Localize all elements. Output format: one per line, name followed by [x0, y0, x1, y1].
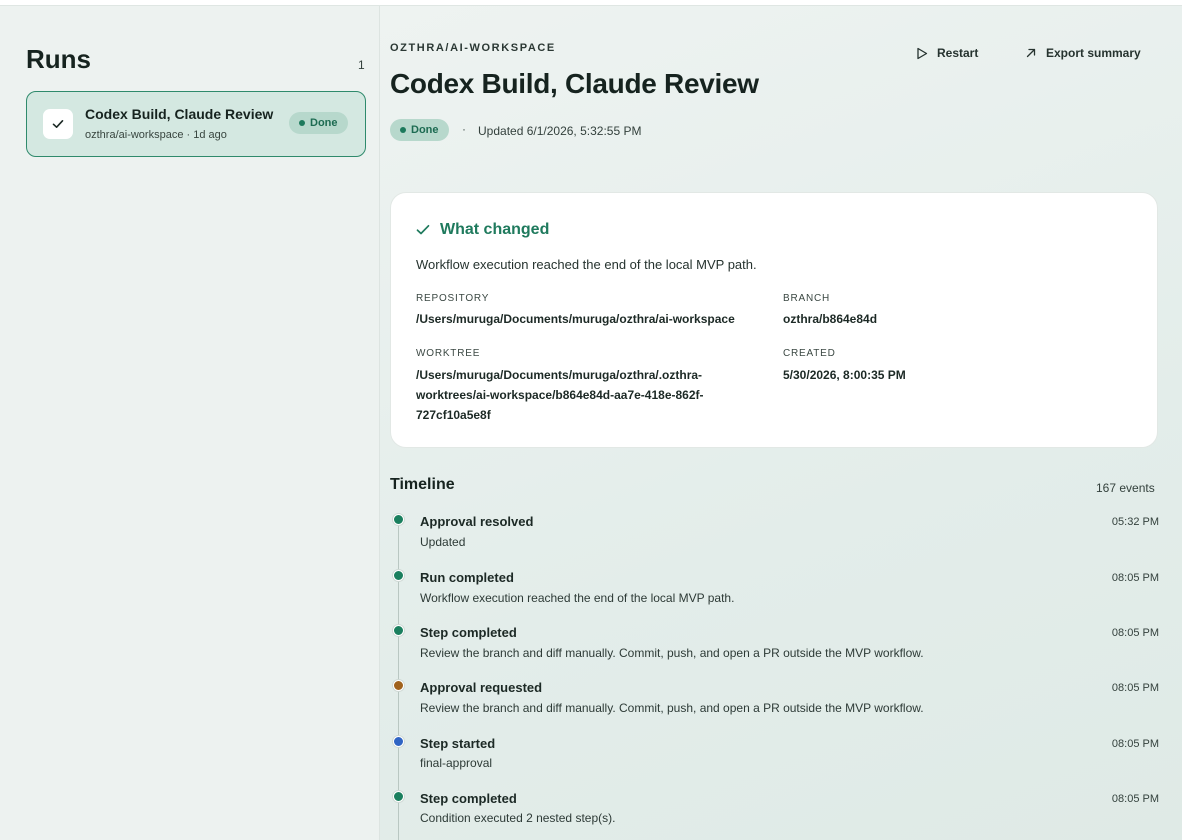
- timeline-dot-icon: [393, 791, 404, 802]
- worktree-line: worktrees/ai-workspace/b864e84d-aa7e-418…: [416, 388, 704, 402]
- repository-value: /Users/muruga/Documents/muruga/ozthra/ai…: [416, 312, 735, 326]
- event-description: final-approval: [420, 756, 493, 770]
- status-label: Done: [411, 124, 439, 136]
- run-detail: OZTHRA/AI-WORKSPACE Codex Build, Claude …: [380, 6, 1182, 840]
- event-description: Review the branch and diff manually. Com…: [420, 646, 924, 660]
- restart-button[interactable]: Restart: [916, 46, 978, 60]
- status-label: Done: [310, 117, 338, 129]
- separator-dot: ·: [462, 122, 466, 136]
- event-title: Approval requested: [420, 680, 543, 695]
- event-title: Step completed: [420, 791, 517, 806]
- runs-count: 1: [358, 58, 365, 72]
- event-title: Step started: [420, 736, 496, 751]
- sidebar: Runs 1 Codex Build, Claude Review ozthra…: [0, 6, 380, 840]
- arrow-up-right-icon: [1026, 48, 1036, 58]
- play-icon: [917, 47, 928, 59]
- timeline-dot-icon: [393, 514, 404, 525]
- event-time: 08:05 PM: [1111, 627, 1159, 639]
- event-title: Run completed: [420, 570, 514, 585]
- event-time: 08:05 PM: [1111, 572, 1159, 584]
- timeline-dot-icon: [393, 625, 404, 636]
- export-summary-button[interactable]: Export summary: [1025, 46, 1141, 60]
- status-dot-icon: [299, 120, 305, 126]
- run-name: Codex Build, Claude Review: [85, 106, 274, 122]
- status-badge: Done: [390, 119, 449, 141]
- branch-value: ozthra/b864e84d: [783, 312, 878, 326]
- status-badge: Done: [289, 112, 348, 134]
- summary-title-text: What changed: [440, 221, 550, 238]
- summary-description: Workflow execution reached the end of th…: [416, 257, 757, 272]
- worktree-label: WORKTREE: [416, 348, 481, 359]
- runs-title: Runs: [26, 44, 91, 74]
- event-description: Updated: [420, 535, 466, 549]
- repository-label: REPOSITORY: [416, 293, 490, 304]
- timeline-dot-icon: [393, 736, 404, 747]
- check-icon: [43, 109, 73, 139]
- event-title: Approval resolved: [420, 514, 534, 529]
- timeline-dot-icon: [393, 570, 404, 581]
- run-card[interactable]: Codex Build, Claude Review ozthra/ai-wor…: [26, 91, 366, 157]
- summary-card: What changed Workflow execution reached …: [390, 192, 1158, 448]
- worktree-value: /Users/muruga/Documents/muruga/ozthra/.o…: [416, 365, 704, 425]
- event-time: 08:05 PM: [1111, 682, 1159, 694]
- restart-label: Restart: [937, 46, 979, 60]
- updated-timestamp: Updated 6/1/2026, 5:32:55 PM: [478, 124, 642, 138]
- worktree-line: 727cf10a5e8f: [416, 408, 491, 422]
- created-value: 5/30/2026, 8:00:35 PM: [783, 368, 906, 382]
- timeline-event-count: 167 events: [1096, 481, 1155, 495]
- event-description: Workflow execution reached the end of th…: [420, 591, 735, 605]
- status-dot-icon: [400, 127, 406, 133]
- created-label: CREATED: [783, 348, 836, 359]
- summary-title: What changed: [416, 221, 549, 239]
- check-icon: [416, 224, 430, 235]
- event-time: 08:05 PM: [1111, 793, 1159, 805]
- page-title: Codex Build, Claude Review: [390, 68, 759, 99]
- branch-label: BRANCH: [783, 293, 831, 304]
- event-description: Review the branch and diff manually. Com…: [420, 701, 924, 715]
- export-label: Export summary: [1046, 46, 1141, 60]
- breadcrumb: OZTHRA/AI-WORKSPACE: [390, 42, 556, 54]
- timeline-dot-icon: [393, 680, 404, 691]
- timeline-title: Timeline: [390, 476, 455, 493]
- event-title: Step completed: [420, 625, 517, 640]
- event-time: 05:32 PM: [1111, 516, 1159, 528]
- event-time: 08:05 PM: [1111, 738, 1159, 750]
- event-description: Condition executed 2 nested step(s).: [420, 811, 616, 825]
- worktree-line: /Users/muruga/Documents/muruga/ozthra/.o…: [416, 368, 703, 382]
- run-meta: ozthra/ai-workspace · 1d ago: [85, 129, 227, 141]
